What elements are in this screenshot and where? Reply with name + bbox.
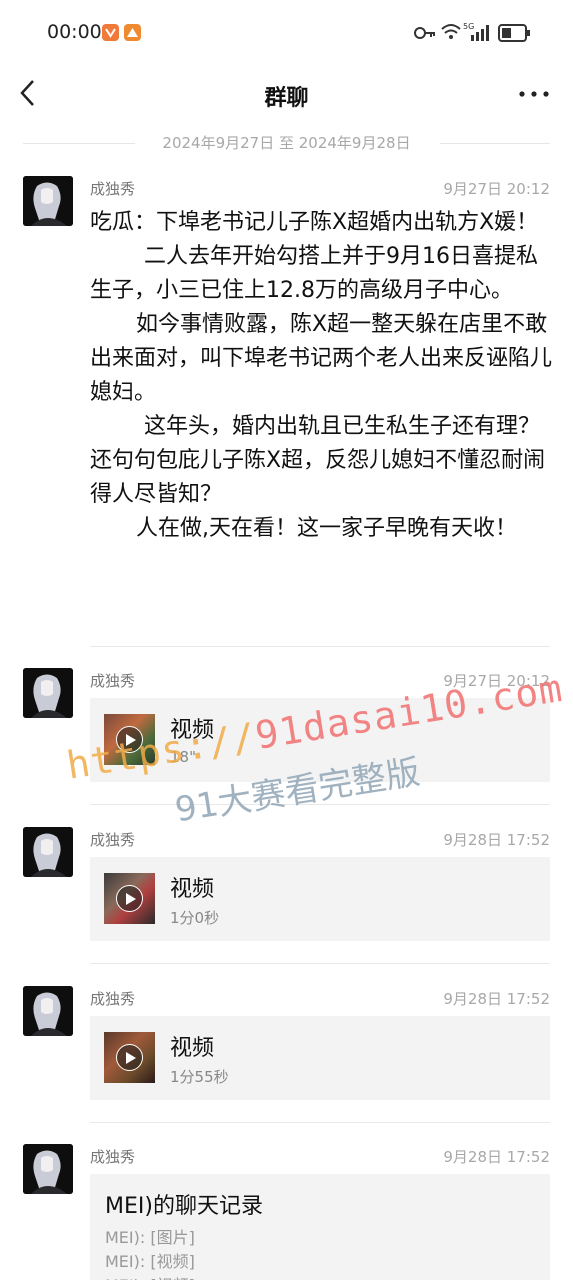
app-notification-icon [124,24,141,41]
chat-screen: 00:00 5G 群聊 2024年9月27日 至 2024年9月28日 成独秀 … [0,0,573,1280]
nav-bar: 群聊 [0,64,573,124]
video-thumbnail [104,1032,155,1083]
status-right-icons: 5G [413,20,533,46]
video-thumbnail [104,873,155,924]
avatar[interactable] [23,986,73,1036]
status-bar: 00:00 5G [0,0,573,64]
video-message-card[interactable]: 视频 1分55秒 [90,1016,550,1100]
page-title: 群聊 [264,86,309,111]
battery-icon [498,24,530,42]
divider [90,804,550,805]
chat-record-title: MEI)的聊天记录 [105,1194,263,1219]
message-time: 9月27日 20:12 [443,672,550,690]
divider [440,143,550,144]
message-time: 9月28日 17:52 [443,990,550,1008]
app-notification-icon [102,24,119,41]
avatar[interactable] [23,176,73,226]
status-time: 00:00 [47,21,102,43]
chat-record-card[interactable]: MEI)的聊天记录 MEI): [图片] MEI): [视频] MEI): [视… [90,1174,550,1280]
more-dots-icon [519,91,549,97]
chat-record-line: MEI): [图片] [105,1228,195,1247]
avatar[interactable] [23,668,73,718]
video-duration: 1分0秒 [170,909,220,927]
message-time: 9月28日 17:52 [443,831,550,849]
video-title: 视频 [170,877,215,902]
message-time: 9月28日 17:52 [443,1148,550,1166]
divider [90,963,550,964]
message-paragraph: 这年头，婚内出轨且已生私生子还有理？还句句包庇儿子陈X超，反怨儿媳妇不懂忍耐闹得… [90,414,546,507]
key-icon [414,27,435,39]
play-icon [116,726,143,753]
divider [90,646,550,647]
sender-name: 成独秀 [90,180,136,198]
message-paragraph: 人在做,天在看！这一家子早晚有天收！ [136,516,517,541]
sender-name: 成独秀 [90,990,136,1008]
video-duration: 1分55秒 [170,1068,229,1086]
message-paragraph: 二人去年开始勾搭上并于9月16日喜提私生子，小三已住上12.8万的高级月子中心。 [90,244,538,303]
video-title: 视频 [170,718,215,743]
divider [90,1122,550,1123]
more-options-button[interactable] [517,80,551,108]
video-message-card[interactable]: 视频 1分0秒 [90,857,550,941]
video-message-card[interactable]: 视频 18" [90,698,550,782]
message-text: 吃瓜：下埠老书记儿子陈X超婚内出轨方X媛！ 二人去年开始勾搭上并于9月16日喜提… [90,206,555,546]
message-paragraph: 吃瓜：下埠老书记儿子陈X超婚内出轨方X媛！ [90,210,539,235]
cellular-signal-icon: 5G [463,22,489,41]
avatar[interactable] [23,1144,73,1194]
play-icon [116,1044,143,1071]
sender-name: 成独秀 [90,831,136,849]
play-icon [116,885,143,912]
video-duration: 18" [170,748,196,766]
video-title: 视频 [170,1036,215,1061]
message-time: 9月27日 20:12 [443,180,550,198]
video-thumbnail [104,714,155,765]
wifi-icon [441,24,461,39]
sender-name: 成独秀 [90,672,136,690]
chat-record-line: MEI): [视频] [105,1272,195,1280]
chat-record-line: MEI): [视频] [105,1252,195,1271]
avatar[interactable] [23,827,73,877]
network-label: 5G [463,22,474,31]
message-paragraph: 如今事情败露，陈X超一整天躲在店里不敢出来面对，叫下埠老书记两个老人出来反诬陷儿… [90,312,553,405]
sender-name: 成独秀 [90,1148,136,1166]
